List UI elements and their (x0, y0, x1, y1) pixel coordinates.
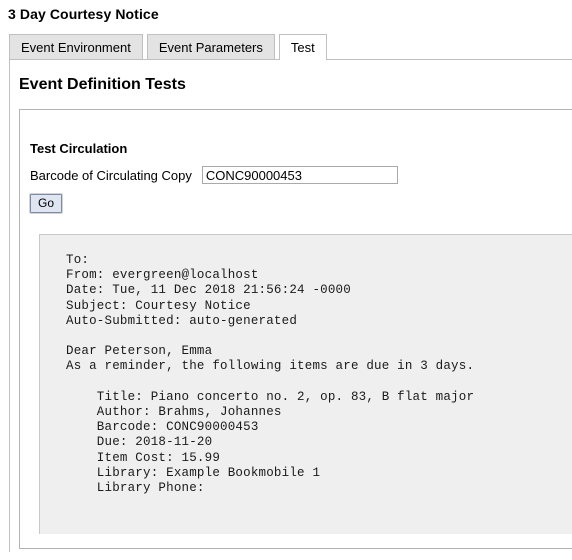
page-title: 3 Day Courtesy Notice (8, 6, 159, 22)
tab-event-environment[interactable]: Event Environment (9, 34, 143, 59)
test-circulation-heading: Test Circulation (30, 141, 128, 156)
tab-list: Event Environment Event Parameters Test (9, 33, 572, 60)
tab-bar: Event Environment Event Parameters Test (0, 33, 572, 60)
test-output-text: To: From: evergreen@localhost Date: Tue,… (66, 253, 475, 496)
barcode-label: Barcode of Circulating Copy (30, 167, 192, 183)
barcode-field-row: Barcode of Circulating Copy (20, 156, 572, 184)
test-output-panel: To: From: evergreen@localhost Date: Tue,… (39, 234, 572, 534)
tab-event-environment-label: Event Environment (21, 40, 131, 55)
tab-test-label: Test (290, 40, 315, 55)
test-circulation-box: Test Circulation Barcode of Circulating … (19, 109, 572, 549)
barcode-input[interactable] (201, 166, 398, 184)
go-button[interactable]: Go (28, 193, 64, 214)
tab-test[interactable]: Test (278, 34, 327, 60)
tab-event-parameters-label: Event Parameters (158, 40, 263, 55)
tab-event-parameters[interactable]: Event Parameters (146, 34, 275, 59)
tab-content-panel: Event Definition Tests Test Circulation … (9, 59, 572, 552)
go-button-row: Go (20, 184, 572, 214)
section-heading: Event Definition Tests (19, 76, 186, 93)
